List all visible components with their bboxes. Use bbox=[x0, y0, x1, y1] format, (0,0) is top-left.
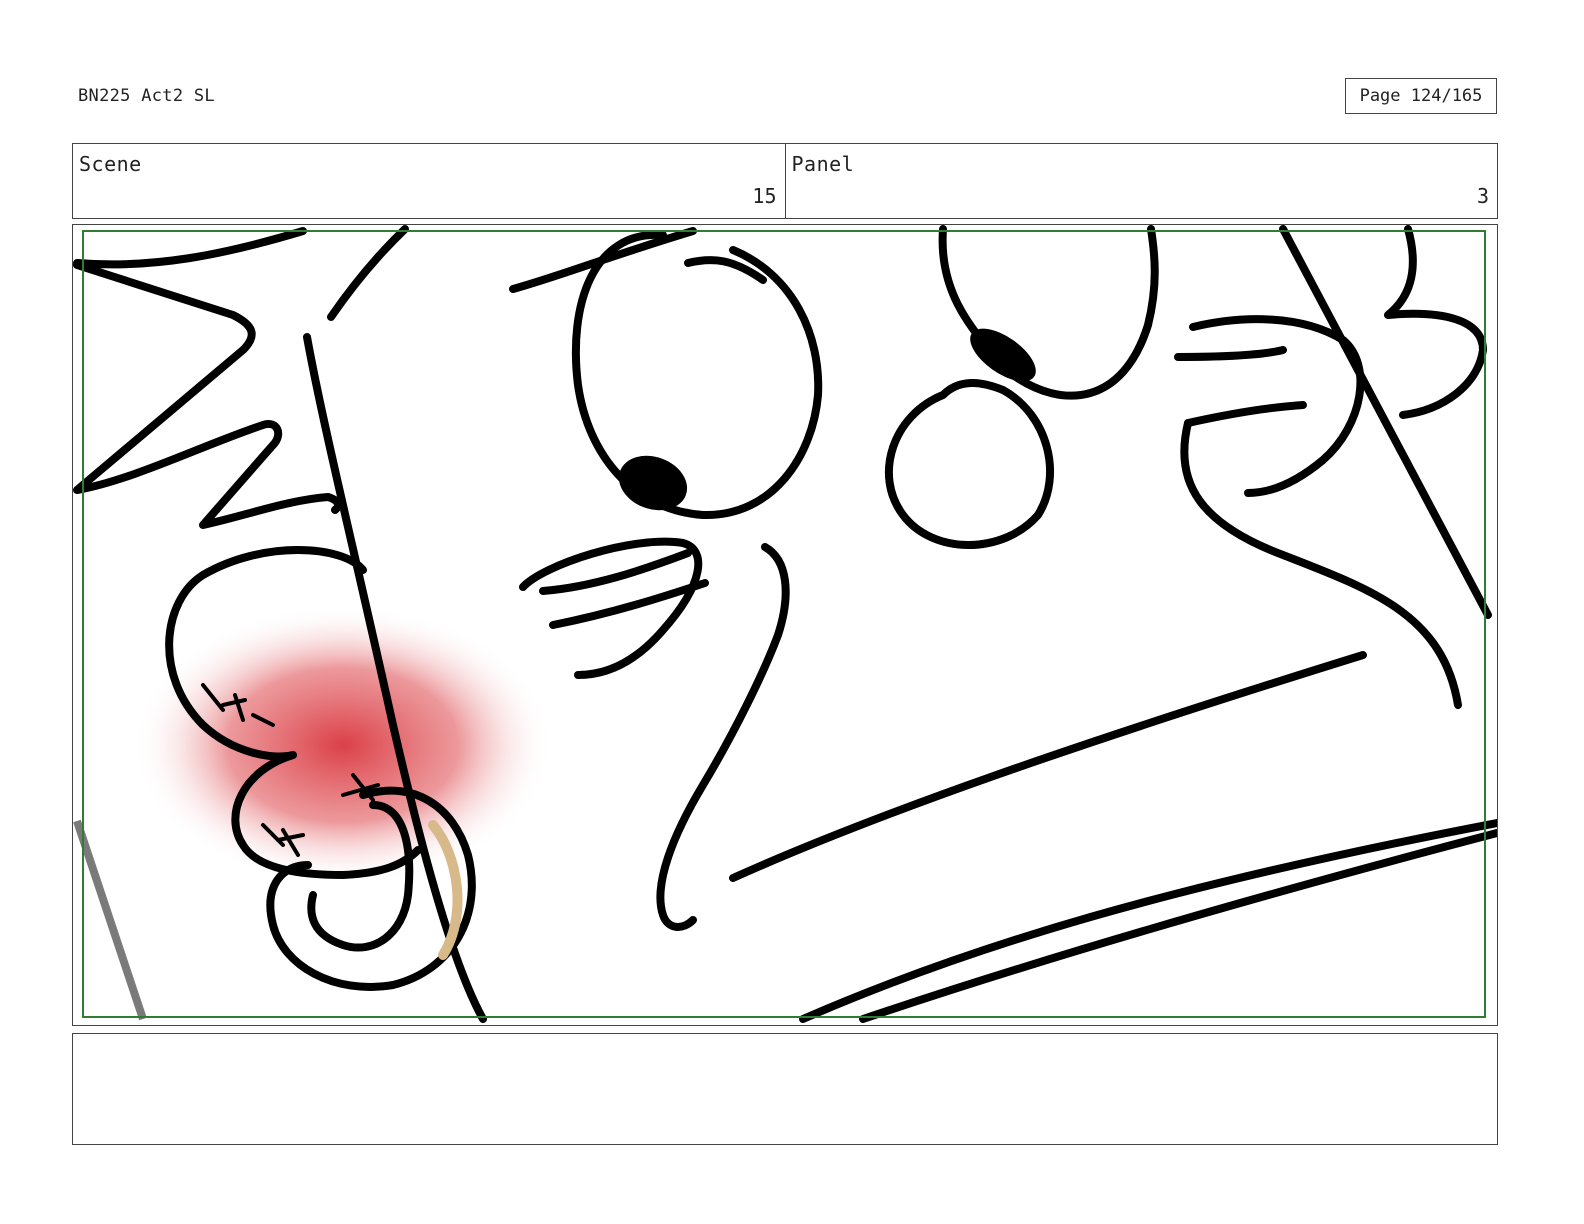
panel-label: Panel bbox=[791, 152, 855, 176]
blush-glow bbox=[133, 605, 553, 885]
panel-drawing bbox=[73, 225, 1497, 1023]
scene-panel-header: Scene 15 Panel 3 bbox=[72, 143, 1498, 219]
hair-strand bbox=[327, 225, 409, 321]
storyboard-panel bbox=[72, 224, 1498, 1026]
page-indicator: Page 124/165 bbox=[1345, 78, 1497, 114]
panel-number: 3 bbox=[1476, 184, 1489, 208]
whiskers bbox=[519, 537, 709, 679]
chin-line-2 bbox=[859, 829, 1497, 1023]
right-hair-spike bbox=[1279, 225, 1492, 619]
right-cheek-lines bbox=[1174, 315, 1365, 497]
right-ear bbox=[1384, 225, 1487, 419]
scene-label: Scene bbox=[79, 152, 142, 176]
chin-line-1 bbox=[799, 819, 1497, 1023]
scene-number: 15 bbox=[752, 184, 777, 208]
grey-edge-stroke bbox=[73, 819, 147, 1021]
panel-cell: Panel 3 bbox=[784, 144, 1498, 218]
mouth-line bbox=[729, 651, 1367, 882]
hair-spikes bbox=[73, 227, 343, 529]
cheek-circle bbox=[884, 379, 1055, 549]
scene-cell: Scene 15 bbox=[73, 144, 785, 218]
right-eye bbox=[938, 225, 1159, 400]
document-title: BN225 Act2 SL bbox=[78, 86, 215, 106]
panel-notes-box bbox=[72, 1033, 1498, 1145]
left-eye bbox=[571, 230, 823, 520]
